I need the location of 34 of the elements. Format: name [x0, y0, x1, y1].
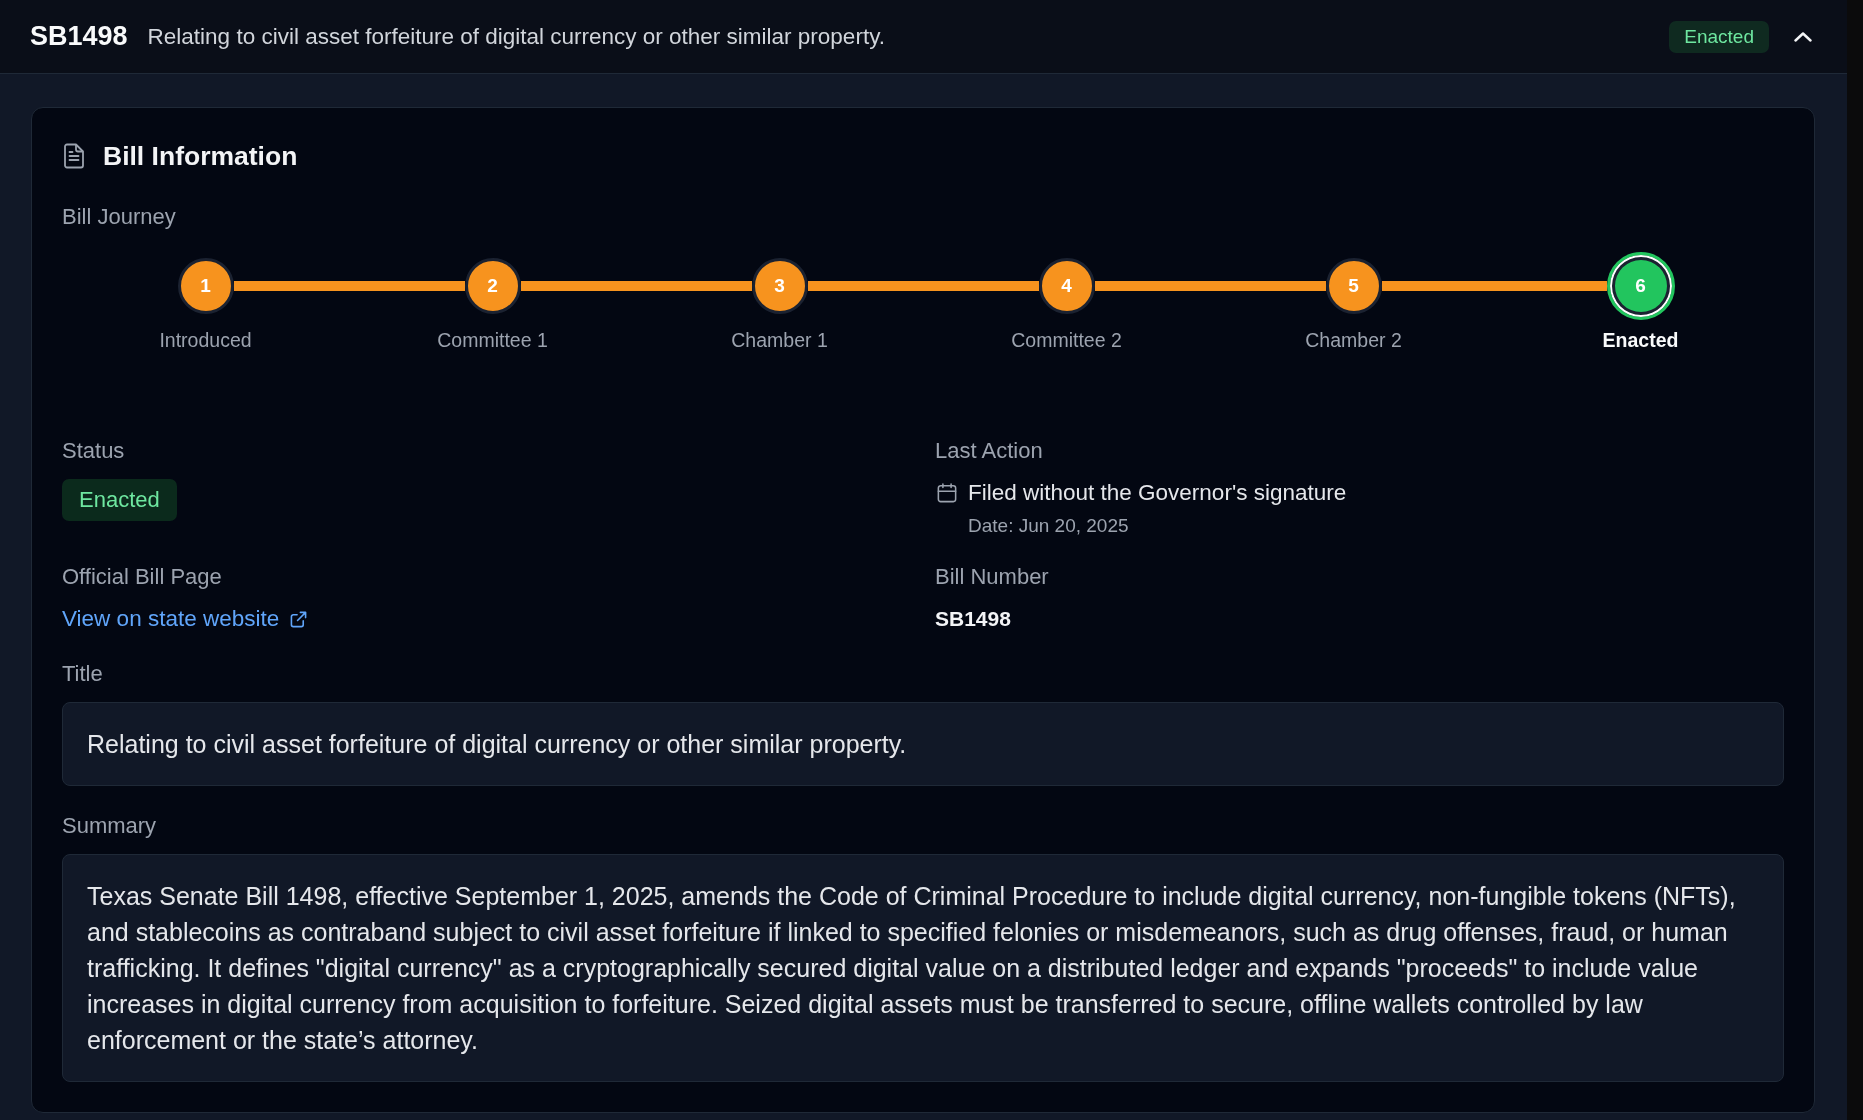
section-label: Bill Journey [62, 203, 177, 231]
step-label: Enacted [1602, 328, 1679, 352]
bill-number-value: SB1498 [935, 606, 1011, 632]
chevron-up-icon [1794, 31, 1812, 42]
step-node: 5 [1325, 258, 1382, 314]
status-badge: Enacted [62, 479, 177, 521]
step-node: 4 [1038, 258, 1095, 314]
title-panel: Relating to civil asset forfeiture of digital currency or other similar property. [62, 702, 1784, 786]
document-icon [63, 143, 85, 169]
step-node: 1 [177, 258, 234, 314]
step-label: Chamber 2 [1305, 328, 1402, 352]
summary-panel: Texas Senate Bill 1498, effective September 1, 2025, amends the Code of Criminal Procedure to include digital currency, non-fungible tokens (NFTs), and stablecoins as contraband subject to civil asset forfeiture if linked to specified felonies or misdemeanors, such as drug offenses, fraud, or human trafficking. It defines "digital currency" as a cryptographically secured digital value on a distributed ledger and expands "proceeds" to include value increases in digital currency from acquisition to forfeiture. Seized digital assets must be transferred to secure, offline wallets controlled by law enforcement or the state’s attorney. [62, 854, 1784, 1082]
field-label: Summary [62, 812, 158, 840]
step-label: Committee 1 [437, 328, 548, 352]
step-label: Introduced [159, 328, 252, 352]
step-label: Committee 2 [1011, 328, 1122, 352]
status-badge: Enacted [1669, 20, 1769, 53]
card-heading: Bill Information [103, 140, 298, 173]
field-label: Status [62, 437, 125, 465]
step-label: Chamber 1 [731, 328, 828, 352]
action-date: Date: Jun 20, 2025 [967, 515, 1129, 537]
step-node: 6 [1606, 252, 1675, 320]
calendar-icon [937, 483, 957, 503]
step-node: 3 [751, 258, 808, 314]
step-node: 2 [464, 258, 521, 314]
field-label: Bill Number [935, 563, 1049, 591]
field-label: Last Action [935, 437, 1043, 465]
state-website-link[interactable]: View on state website [62, 605, 308, 633]
bill-title: Relating to civil asset forfeiture of digital currency or other similar property. [147, 23, 886, 50]
last-action-text: Filed without the Governor's signature [968, 479, 1347, 507]
field-label: Title [62, 660, 104, 688]
field-label: Official Bill Page [62, 563, 222, 591]
bill-number: SB1498 [30, 21, 128, 52]
external-link-icon [290, 610, 308, 628]
